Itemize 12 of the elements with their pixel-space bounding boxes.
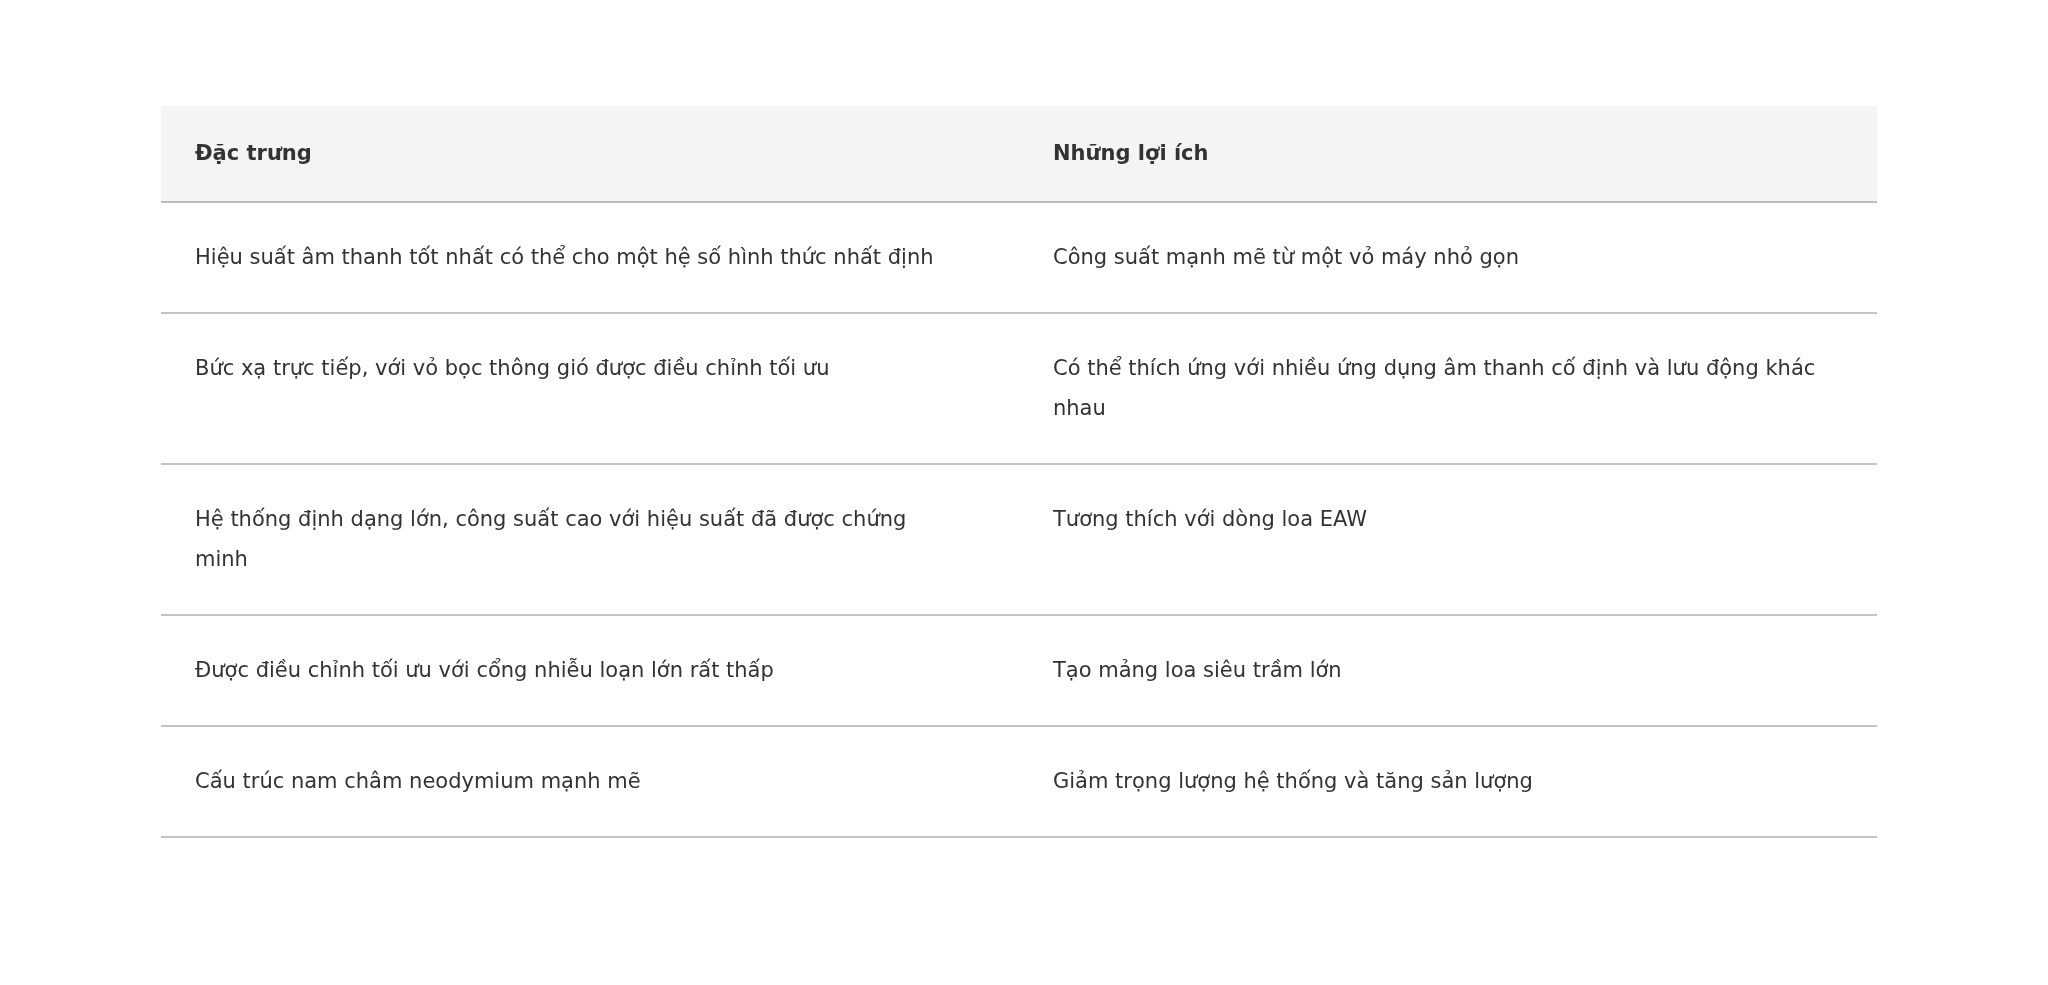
column-header: Những lợi ích — [1053, 106, 1877, 202]
table-cell: Tạo mảng loa siêu trầm lớn — [1053, 615, 1877, 726]
table-cell: Hệ thống định dạng lớn, công suất cao với hiệu suất đã được chứng minh — [161, 464, 1053, 615]
table-cell: Được điều chỉnh tối ưu với cổng nhiễu loạn lớn rất thấp — [161, 615, 1053, 726]
table-cell: Bức xạ trực tiếp, với vỏ bọc thông gió được điều chỉnh tối ưu — [161, 313, 1053, 464]
table-cell: Giảm trọng lượng hệ thống và tăng sản lượng — [1053, 726, 1877, 837]
table-cell: Hiệu suất âm thanh tốt nhất có thể cho một hệ số hình thức nhất định — [161, 202, 1053, 313]
table-cell: Tương thích với dòng loa EAW — [1053, 464, 1877, 615]
table-cell: Có thể thích ứng với nhiều ứng dụng âm thanh cố định và lưu động khác nhau — [1053, 313, 1877, 464]
column-header: Đặc trưng — [161, 106, 1053, 202]
table-cell: Công suất mạnh mẽ từ một vỏ máy nhỏ gọn — [1053, 202, 1877, 313]
table-cell: Cấu trúc nam châm neodymium mạnh mẽ — [161, 726, 1053, 837]
